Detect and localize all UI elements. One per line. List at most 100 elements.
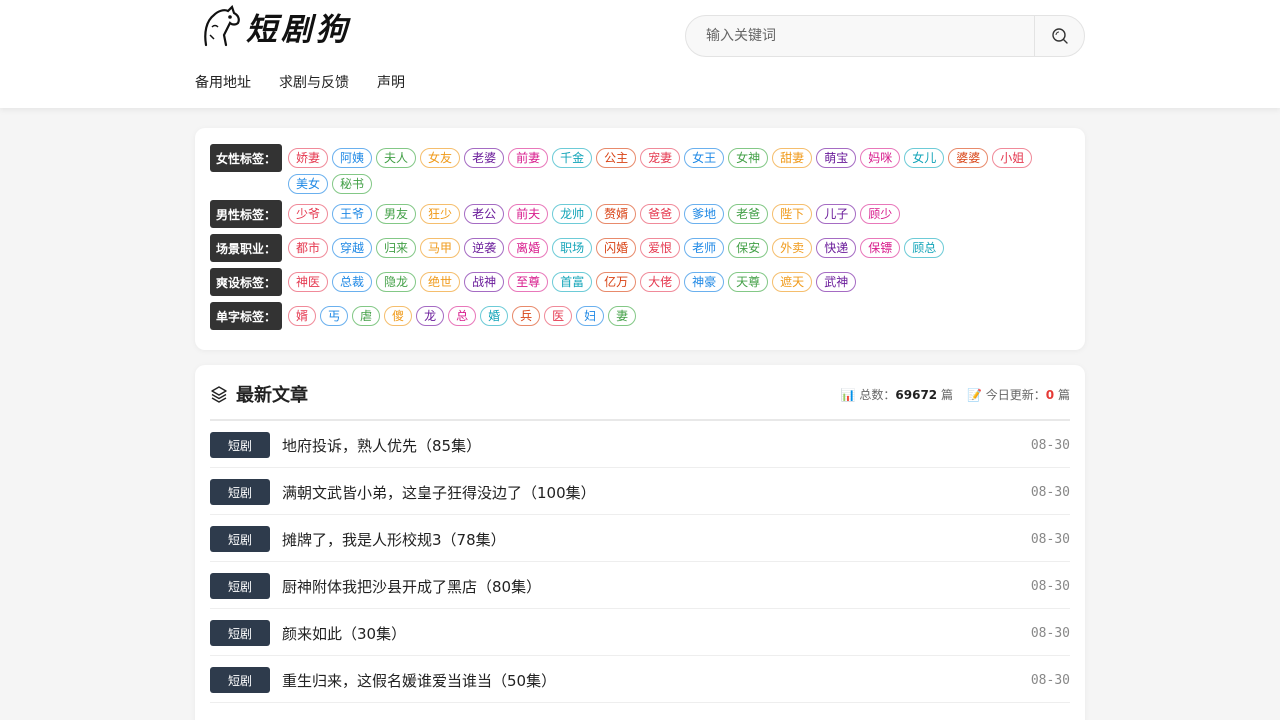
tag-link[interactable]: 娇妻 xyxy=(288,148,329,168)
article-row[interactable]: 短剧 满朝文武皆小弟，这皇子狂得没边了（100集） 08-30 xyxy=(210,468,1070,515)
tag-link[interactable]: 男友 xyxy=(376,204,417,224)
tag-link[interactable]: 保镖 xyxy=(860,238,901,258)
tag-link[interactable]: 少爷 xyxy=(288,204,329,224)
tag-link[interactable]: 逆袭 xyxy=(464,238,505,258)
tag-link[interactable]: 女神 xyxy=(728,148,769,168)
article-title-link[interactable]: 厨神附体我把沙县开成了黑店（80集） xyxy=(282,576,1031,597)
tag-link[interactable]: 女友 xyxy=(420,148,461,168)
article-row[interactable]: 短剧 颜来如此（30集） 08-30 xyxy=(210,609,1070,656)
tag-link[interactable]: 首富 xyxy=(552,272,593,292)
tag-link[interactable]: 傻 xyxy=(384,306,413,326)
tag-link[interactable]: 王爷 xyxy=(332,204,373,224)
nav-statement[interactable]: 声明 xyxy=(377,72,405,94)
article-category-badge[interactable]: 短剧 xyxy=(210,432,270,458)
tag-link[interactable]: 虐 xyxy=(352,306,381,326)
article-category-badge[interactable]: 短剧 xyxy=(210,526,270,552)
article-row[interactable]: 短剧 重生归来，这假名媛谁爱当谁当（50集） 08-30 xyxy=(210,656,1070,703)
tag-link[interactable]: 马甲 xyxy=(420,238,461,258)
tag-link[interactable]: 都市 xyxy=(288,238,329,258)
tag-link[interactable]: 老公 xyxy=(464,204,505,224)
tag-link[interactable]: 阿姨 xyxy=(332,148,373,168)
search-button[interactable] xyxy=(1034,16,1084,56)
tag-link[interactable]: 龙帅 xyxy=(552,204,593,224)
tag-link[interactable]: 陛下 xyxy=(772,204,813,224)
tag-link[interactable]: 前妻 xyxy=(508,148,549,168)
tag-link[interactable]: 天尊 xyxy=(728,272,769,292)
tag-link[interactable]: 婆婆 xyxy=(948,148,989,168)
article-title-link[interactable]: 地府投诉，熟人优先（85集） xyxy=(282,435,1031,456)
tag-link[interactable]: 妈咪 xyxy=(860,148,901,168)
article-category-badge[interactable]: 短剧 xyxy=(210,573,270,599)
tag-link[interactable]: 狂少 xyxy=(420,204,461,224)
article-row[interactable]: 短剧 厨神附体我把沙县开成了黑店（80集） 08-30 xyxy=(210,562,1070,609)
article-row[interactable]: 短剧 摊牌了，我是人形校规3（78集） 08-30 xyxy=(210,515,1070,562)
tag-link[interactable]: 遮天 xyxy=(772,272,813,292)
tag-link[interactable]: 大佬 xyxy=(640,272,681,292)
article-title-link[interactable]: 摊牌了，我是人形校规3（78集） xyxy=(282,529,1031,550)
tag-link[interactable]: 亿万 xyxy=(596,272,637,292)
tag-link[interactable]: 神豪 xyxy=(684,272,725,292)
tag-link[interactable]: 外卖 xyxy=(772,238,813,258)
tag-link[interactable]: 公主 xyxy=(596,148,637,168)
tag-link[interactable]: 甜妻 xyxy=(772,148,813,168)
article-title-link[interactable]: 满朝文武皆小弟，这皇子狂得没边了（100集） xyxy=(282,482,1031,503)
tag-link[interactable]: 顾总 xyxy=(904,238,945,258)
tag-link[interactable]: 夫人 xyxy=(376,148,417,168)
tag-link[interactable]: 穿越 xyxy=(332,238,373,258)
tag-link[interactable]: 婿 xyxy=(288,306,317,326)
tag-link[interactable]: 保安 xyxy=(728,238,769,258)
tag-link[interactable]: 爹地 xyxy=(684,204,725,224)
tag-link[interactable]: 职场 xyxy=(552,238,593,258)
tag-link[interactable]: 总 xyxy=(448,306,477,326)
tag-link[interactable]: 闪婚 xyxy=(596,238,637,258)
tag-link[interactable]: 战神 xyxy=(464,272,505,292)
site-logo[interactable]: 短剧狗 xyxy=(202,4,372,48)
tag-link[interactable]: 顾少 xyxy=(860,204,901,224)
tag-link[interactable]: 隐龙 xyxy=(376,272,417,292)
article-category-badge[interactable]: 短剧 xyxy=(210,620,270,646)
tag-link[interactable]: 爸爸 xyxy=(640,204,681,224)
tag-link[interactable]: 离婚 xyxy=(508,238,549,258)
search-input[interactable] xyxy=(706,16,1026,56)
tag-link[interactable]: 宠妻 xyxy=(640,148,681,168)
tag-link[interactable]: 老婆 xyxy=(464,148,505,168)
nav-request-feedback[interactable]: 求剧与反馈 xyxy=(279,72,349,94)
tag-link[interactable]: 总裁 xyxy=(332,272,373,292)
tag-link[interactable]: 女儿 xyxy=(904,148,945,168)
tag-link[interactable]: 秘书 xyxy=(332,174,373,194)
tag-link[interactable]: 老师 xyxy=(684,238,725,258)
tag-link[interactable]: 爱恨 xyxy=(640,238,681,258)
tag-group-label: 场景职业： xyxy=(210,234,282,262)
tag-link[interactable]: 快递 xyxy=(816,238,857,258)
tag-link[interactable]: 女王 xyxy=(684,148,725,168)
tag-link[interactable]: 至尊 xyxy=(508,272,549,292)
tag-link[interactable]: 赘婿 xyxy=(596,204,637,224)
tag-list: 少爷 王爷 男友 狂少 老公 前夫 龙帅 赘婿 爸爸 爹地 老爸 陛下 儿子 顾少 xyxy=(288,200,1070,224)
tag-link[interactable]: 神医 xyxy=(288,272,329,292)
tag-link[interactable]: 婚 xyxy=(480,306,509,326)
article-category-badge[interactable]: 短剧 xyxy=(210,479,270,505)
article-row[interactable]: 短剧 地府投诉，熟人优先（85集） 08-30 xyxy=(210,421,1070,468)
article-title-link[interactable]: 颜来如此（30集） xyxy=(282,623,1031,644)
tag-link[interactable]: 老爸 xyxy=(728,204,769,224)
tag-link[interactable]: 归来 xyxy=(376,238,417,258)
tag-link[interactable]: 妻 xyxy=(608,306,637,326)
tag-link[interactable]: 兵 xyxy=(512,306,541,326)
tag-link[interactable]: 丐 xyxy=(320,306,349,326)
article-date: 08-30 xyxy=(1030,578,1070,594)
tag-link[interactable]: 医 xyxy=(544,306,573,326)
article-title-link[interactable]: 重生归来，这假名媛谁爱当谁当（50集） xyxy=(282,670,1031,691)
search-box xyxy=(685,15,1085,57)
tag-link[interactable]: 绝世 xyxy=(420,272,461,292)
nav-backup-address[interactable]: 备用地址 xyxy=(195,72,251,94)
tag-link[interactable]: 前夫 xyxy=(508,204,549,224)
tag-link[interactable]: 武神 xyxy=(816,272,857,292)
tag-link[interactable]: 龙 xyxy=(416,306,445,326)
tag-link[interactable]: 千金 xyxy=(552,148,593,168)
tag-link[interactable]: 小姐 xyxy=(992,148,1033,168)
article-category-badge[interactable]: 短剧 xyxy=(210,667,270,693)
tag-link[interactable]: 美女 xyxy=(288,174,329,194)
tag-link[interactable]: 妇 xyxy=(576,306,605,326)
tag-link[interactable]: 儿子 xyxy=(816,204,857,224)
tag-link[interactable]: 萌宝 xyxy=(816,148,857,168)
